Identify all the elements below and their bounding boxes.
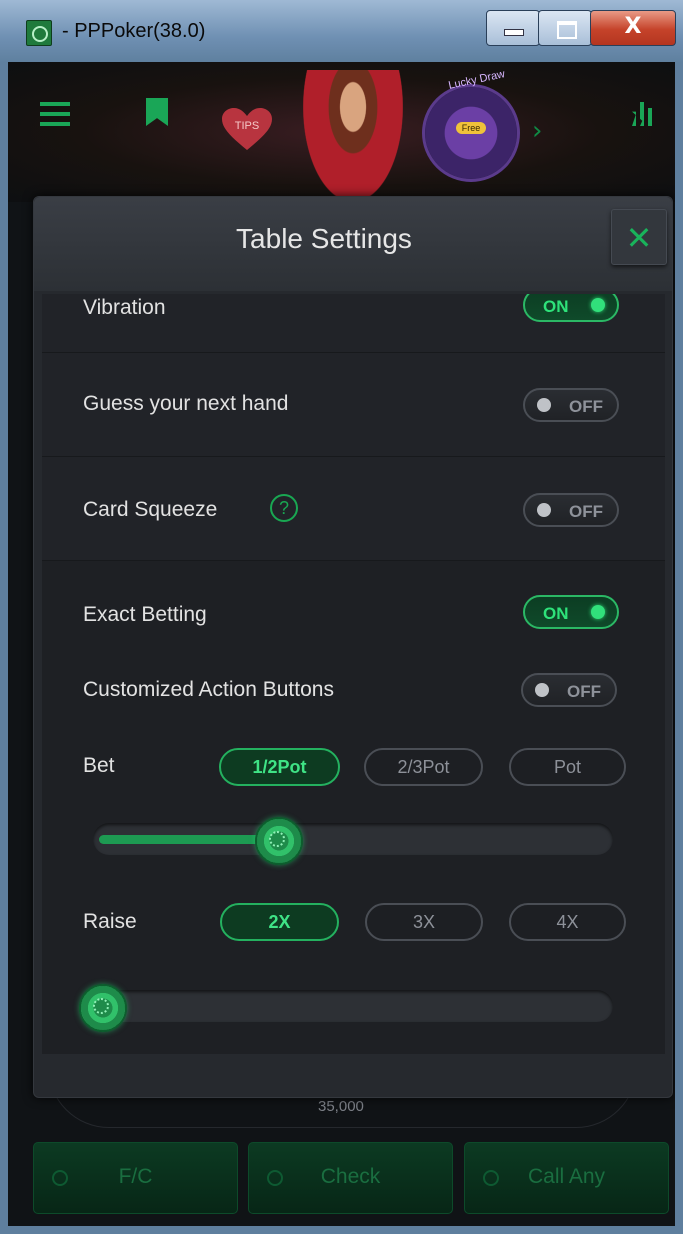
tips-label: TIPS xyxy=(234,120,260,132)
table-settings-dialog: Table Settings ✕ Vibration ON Guess your… xyxy=(33,196,673,1098)
bet-option-half-pot[interactable]: 1/2Pot xyxy=(219,748,340,786)
app-icon xyxy=(26,20,52,46)
toggle-knob-icon xyxy=(591,298,605,312)
fold-check-button[interactable]: F/C xyxy=(33,1142,238,1214)
maximize-button[interactable] xyxy=(538,10,592,46)
app-window: - PPPoker(38.0) X TIPS Lucky Draw Free ›… xyxy=(0,0,683,1234)
fold-check-label: F/C xyxy=(118,1165,153,1188)
bet-slider[interactable] xyxy=(93,817,613,865)
vibration-label: Vibration xyxy=(83,296,166,319)
close-icon: X xyxy=(624,14,642,39)
window-titlebar[interactable]: - PPPoker(38.0) X xyxy=(0,0,683,62)
raise-label: Raise xyxy=(83,910,137,933)
window-close-button[interactable]: X xyxy=(590,10,676,46)
check-label: Check xyxy=(320,1165,381,1188)
card-squeeze-toggle[interactable]: OFF xyxy=(523,493,619,527)
exact-betting-label: Exact Betting xyxy=(83,603,207,626)
free-badge: Free xyxy=(456,122,486,134)
betting-section: Exact Betting ON Customized Action Butto… xyxy=(42,561,665,1054)
dialog-header: Table Settings ✕ xyxy=(34,197,672,291)
menu-icon[interactable] xyxy=(40,102,70,126)
minimize-icon xyxy=(504,29,524,36)
guess-next-hand-toggle-state: OFF xyxy=(569,397,603,416)
close-icon: ✕ xyxy=(625,219,653,257)
raise-option-2x[interactable]: 2X xyxy=(220,903,339,941)
raise-option-3x[interactable]: 3X xyxy=(365,903,483,941)
bet-slider-fill xyxy=(99,835,278,844)
toggle-knob-icon xyxy=(537,503,551,517)
dialog-title: Table Settings xyxy=(236,223,412,254)
vibration-toggle[interactable]: ON xyxy=(523,294,619,322)
guess-next-hand-toggle[interactable]: OFF xyxy=(523,388,619,422)
raise-slider-handle[interactable] xyxy=(79,984,127,1032)
customized-action-buttons-toggle[interactable]: OFF xyxy=(521,673,617,707)
call-any-button[interactable]: Call Any xyxy=(464,1142,669,1214)
vibration-toggle-state: ON xyxy=(543,297,569,316)
toggle-knob-icon xyxy=(591,605,605,619)
setting-row-card-squeeze: Card Squeeze ? OFF xyxy=(42,457,665,561)
card-squeeze-toggle-state: OFF xyxy=(569,502,603,521)
card-squeeze-label: Card Squeeze xyxy=(83,498,218,521)
exact-betting-toggle[interactable]: ON xyxy=(523,595,619,629)
chevron-right-icon[interactable]: › xyxy=(532,116,542,146)
tips-heart-icon[interactable]: TIPS xyxy=(220,106,274,152)
game-topbar: TIPS Lucky Draw Free › xyxy=(8,62,675,202)
setting-row-guess-next-hand: Guess your next hand OFF xyxy=(42,353,665,457)
bet-label: Bet xyxy=(83,754,115,777)
exact-betting-toggle-state: ON xyxy=(543,604,569,623)
stats-icon[interactable] xyxy=(632,102,652,126)
bet-option-two-thirds-pot[interactable]: 2/3Pot xyxy=(364,748,483,786)
toggle-knob-icon xyxy=(535,683,549,697)
raise-option-4x[interactable]: 4X xyxy=(509,903,626,941)
game-client: TIPS Lucky Draw Free › 35,000 F/C Check … xyxy=(8,62,675,1226)
raise-slider[interactable] xyxy=(79,984,613,1032)
bet-slider-handle[interactable] xyxy=(255,817,304,865)
chip-icon xyxy=(93,998,109,1014)
chip-icon xyxy=(269,831,286,847)
guess-next-hand-label: Guess your next hand xyxy=(83,392,289,415)
check-button[interactable]: Check xyxy=(248,1142,453,1214)
settings-list[interactable]: Vibration ON Guess your next hand OFF Ca… xyxy=(42,294,665,1054)
setting-row-vibration: Vibration ON xyxy=(42,294,665,353)
bookmark-icon[interactable] xyxy=(146,98,168,126)
window-title: - PPPoker(38.0) xyxy=(62,20,206,42)
customized-action-buttons-label: Customized Action Buttons xyxy=(83,678,334,701)
maximize-icon xyxy=(557,21,577,39)
toggle-knob-icon xyxy=(537,398,551,412)
pot-amount: 35,000 xyxy=(318,1098,364,1115)
dealer-avatar xyxy=(303,70,403,202)
help-icon[interactable]: ? xyxy=(270,494,298,522)
bet-option-pot[interactable]: Pot xyxy=(509,748,626,786)
dialog-close-button[interactable]: ✕ xyxy=(611,209,667,265)
minimize-button[interactable] xyxy=(486,10,540,46)
customized-action-buttons-toggle-state: OFF xyxy=(567,682,601,701)
call-any-label: Call Any xyxy=(527,1165,606,1188)
